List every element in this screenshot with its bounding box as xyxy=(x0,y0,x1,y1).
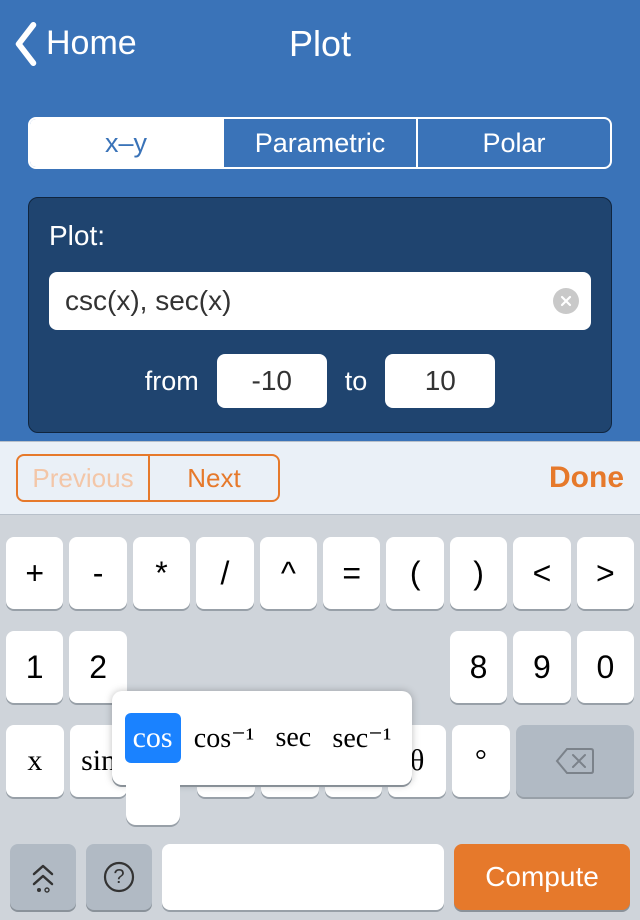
expression-input[interactable] xyxy=(49,272,591,330)
keyboard-keys: + - * / ^ = ( ) < > 1 2 8 9 0 x sin xyxy=(0,515,640,797)
tab-polar[interactable]: Polar xyxy=(416,119,610,167)
key-backspace[interactable] xyxy=(516,725,634,797)
svg-text:?: ? xyxy=(113,866,124,888)
plot-input-card: Plot: from to xyxy=(28,197,612,433)
popup-option-sec[interactable]: sec xyxy=(267,714,319,762)
back-button[interactable]: Home xyxy=(12,22,137,66)
popup-option-cos[interactable]: cos xyxy=(125,713,181,763)
backspace-icon xyxy=(555,746,595,776)
clear-input-button[interactable] xyxy=(553,288,579,314)
key-lt[interactable]: < xyxy=(513,537,570,609)
key-times[interactable]: * xyxy=(133,537,190,609)
key-minus[interactable]: - xyxy=(69,537,126,609)
help-button[interactable]: ? xyxy=(86,844,152,910)
keyboard: Previous Next Done + - * / ^ = ( ) < > 1… xyxy=(0,441,640,920)
done-button[interactable]: Done xyxy=(549,461,624,495)
key-x[interactable]: x xyxy=(6,725,64,797)
chevron-left-icon xyxy=(12,22,40,66)
prev-next-group: Previous Next xyxy=(16,454,280,502)
input-accessory-bar: Previous Next Done xyxy=(0,441,640,515)
tab-parametric[interactable]: Parametric xyxy=(222,119,416,167)
close-icon xyxy=(560,295,572,307)
chevrons-up-icon xyxy=(26,860,60,894)
key-divide[interactable]: / xyxy=(196,537,253,609)
help-icon: ? xyxy=(102,860,136,894)
popup-option-asec[interactable]: sec⁻¹ xyxy=(324,713,399,763)
from-label: from xyxy=(145,366,199,397)
next-button[interactable]: Next xyxy=(148,456,278,500)
plot-label: Plot: xyxy=(49,220,591,252)
key-9[interactable]: 9 xyxy=(513,631,570,703)
key-plus[interactable]: + xyxy=(6,537,63,609)
to-input[interactable] xyxy=(385,354,495,408)
plot-type-tabs: x–y Parametric Polar xyxy=(0,117,640,169)
key-equals[interactable]: = xyxy=(323,537,380,609)
keyboard-switch-button[interactable] xyxy=(10,844,76,910)
tab-xy[interactable]: x–y xyxy=(30,119,222,167)
range-row: from to xyxy=(49,354,591,408)
popup-option-acos[interactable]: cos⁻¹ xyxy=(186,713,263,763)
space-key[interactable] xyxy=(162,844,444,910)
back-label: Home xyxy=(46,24,137,63)
from-input[interactable] xyxy=(217,354,327,408)
key-gt[interactable]: > xyxy=(577,537,634,609)
keyboard-bottom-bar: ? Compute xyxy=(0,834,640,920)
compute-button[interactable]: Compute xyxy=(454,844,630,910)
key-degree[interactable]: ° xyxy=(452,725,510,797)
key-8[interactable]: 8 xyxy=(450,631,507,703)
previous-button[interactable]: Previous xyxy=(18,456,148,500)
to-label: to xyxy=(345,366,368,397)
cos-key-popup: cos cos⁻¹ sec sec⁻¹ xyxy=(112,691,412,785)
key-rparen[interactable]: ) xyxy=(450,537,507,609)
key-1[interactable]: 1 xyxy=(6,631,63,703)
key-0[interactable]: 0 xyxy=(577,631,634,703)
nav-bar: Home Plot xyxy=(0,0,640,87)
key-power[interactable]: ^ xyxy=(260,537,317,609)
key-lparen[interactable]: ( xyxy=(386,537,443,609)
